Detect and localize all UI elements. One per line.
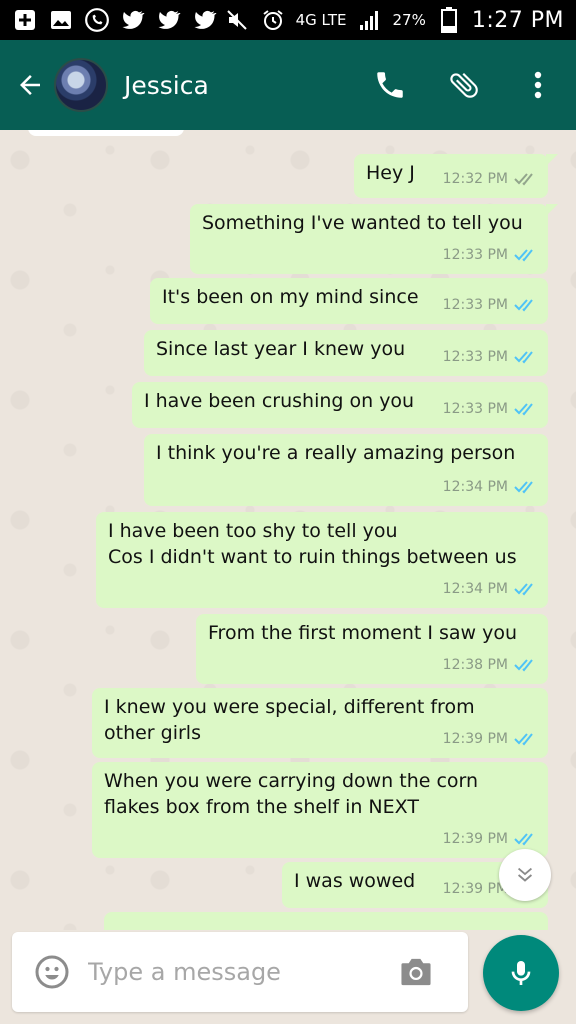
message-bubble[interactable]: Hey J 12:32 PM xyxy=(354,154,558,198)
camera-icon[interactable] xyxy=(396,952,436,992)
mic-button[interactable] xyxy=(483,935,559,1011)
message-bubble[interactable]: I have been crushing on you 12:33 PM xyxy=(132,382,548,428)
read-ticks-icon xyxy=(514,351,533,364)
message-bubble[interactable]: Something I've wanted to tell you 12:33 … xyxy=(190,204,558,274)
message-text: I was wowed xyxy=(294,870,416,892)
message-bubble[interactable]: When you were carrying down the corn fla… xyxy=(92,762,548,858)
twitter-icon xyxy=(156,7,182,33)
plus-box-icon xyxy=(12,7,38,33)
message-bubble[interactable]: From the first moment I saw you 12:38 PM xyxy=(196,614,548,684)
message-time: 12:39 PM xyxy=(442,831,508,847)
read-ticks-icon xyxy=(514,583,533,596)
attach-icon[interactable] xyxy=(444,65,484,105)
message-time: 12:33 PM xyxy=(442,349,508,365)
message-time: 12:33 PM xyxy=(442,401,508,417)
message-time: 12:33 PM xyxy=(442,297,508,313)
previous-message-bubble xyxy=(28,130,184,136)
read-ticks-icon xyxy=(514,403,533,416)
phone-icon[interactable] xyxy=(370,65,410,105)
chat-area[interactable]: Hey J 12:32 PM Something I've wanted to … xyxy=(0,130,576,930)
message-text: Since last year I knew you xyxy=(156,338,406,360)
read-ticks-icon xyxy=(514,733,533,746)
message-text: I have been crushing on you xyxy=(144,390,415,412)
message-bubble[interactable]: Since last year I knew you 12:33 PM xyxy=(144,330,548,376)
more-vert-icon[interactable] xyxy=(518,65,558,105)
message-text: I knew you were special, different from … xyxy=(104,696,475,744)
chevron-double-down-icon xyxy=(517,867,533,882)
message-text: Something I've wanted to tell you xyxy=(202,212,523,234)
emoji-icon[interactable] xyxy=(32,952,72,992)
alarm-icon xyxy=(260,7,286,33)
message-text: It's been on my mind since xyxy=(162,286,419,308)
message-time: 12:39 PM xyxy=(442,881,508,897)
read-ticks-icon xyxy=(514,249,533,262)
mute-icon xyxy=(224,7,250,33)
delivered-ticks-icon xyxy=(514,173,533,186)
twitter-icon xyxy=(192,7,218,33)
scroll-down-button[interactable] xyxy=(499,849,551,901)
message-time: 12:38 PM xyxy=(442,657,508,673)
message-time: 12:34 PM xyxy=(442,479,508,495)
read-ticks-icon xyxy=(514,481,533,494)
message-bubble[interactable]: It's been on my mind since 12:33 PM xyxy=(150,278,548,324)
image-icon xyxy=(48,7,74,33)
read-ticks-icon xyxy=(514,299,533,312)
message-time: 12:39 PM xyxy=(442,731,508,747)
message-bubble[interactable]: I knew you were special, different from … xyxy=(92,688,548,758)
read-ticks-icon xyxy=(514,833,533,846)
clock: 1:27 PM xyxy=(471,7,564,33)
status-bar: 4G LTE 27% 1:27 PM xyxy=(0,0,576,40)
message-text: When you were carrying down the corn fla… xyxy=(104,770,479,818)
message-bubble[interactable]: I have been too shy to tell you Cos I di… xyxy=(96,512,548,608)
battery-percent: 27% xyxy=(392,11,426,29)
message-text: I think you're a really amazing person xyxy=(156,442,516,464)
message-bubble[interactable]: I think you're a really amazing person 1… xyxy=(144,434,548,506)
read-ticks-icon xyxy=(514,659,533,672)
message-time: 12:33 PM xyxy=(442,247,508,263)
avatar[interactable] xyxy=(54,58,108,112)
compose-bar xyxy=(12,932,468,1012)
chat-header: Jessica xyxy=(0,40,576,130)
message-text: I have been too shy to tell you Cos I di… xyxy=(108,520,517,568)
message-text: Hey J xyxy=(366,162,415,184)
network-type: 4G LTE xyxy=(295,11,347,29)
contact-name[interactable]: Jessica xyxy=(124,71,209,100)
twitter-icon xyxy=(120,7,146,33)
signal-icon xyxy=(357,7,383,33)
whatsapp-icon xyxy=(84,7,110,33)
message-text: From the first moment I saw you xyxy=(208,622,518,644)
mic-icon xyxy=(511,961,531,985)
message-input[interactable] xyxy=(88,958,388,986)
arrow-left-icon[interactable] xyxy=(8,63,52,107)
battery-icon xyxy=(436,7,462,33)
message-time: 12:32 PM xyxy=(442,171,508,187)
message-bubble-partial[interactable] xyxy=(104,912,548,930)
message-time: 12:34 PM xyxy=(442,581,508,597)
